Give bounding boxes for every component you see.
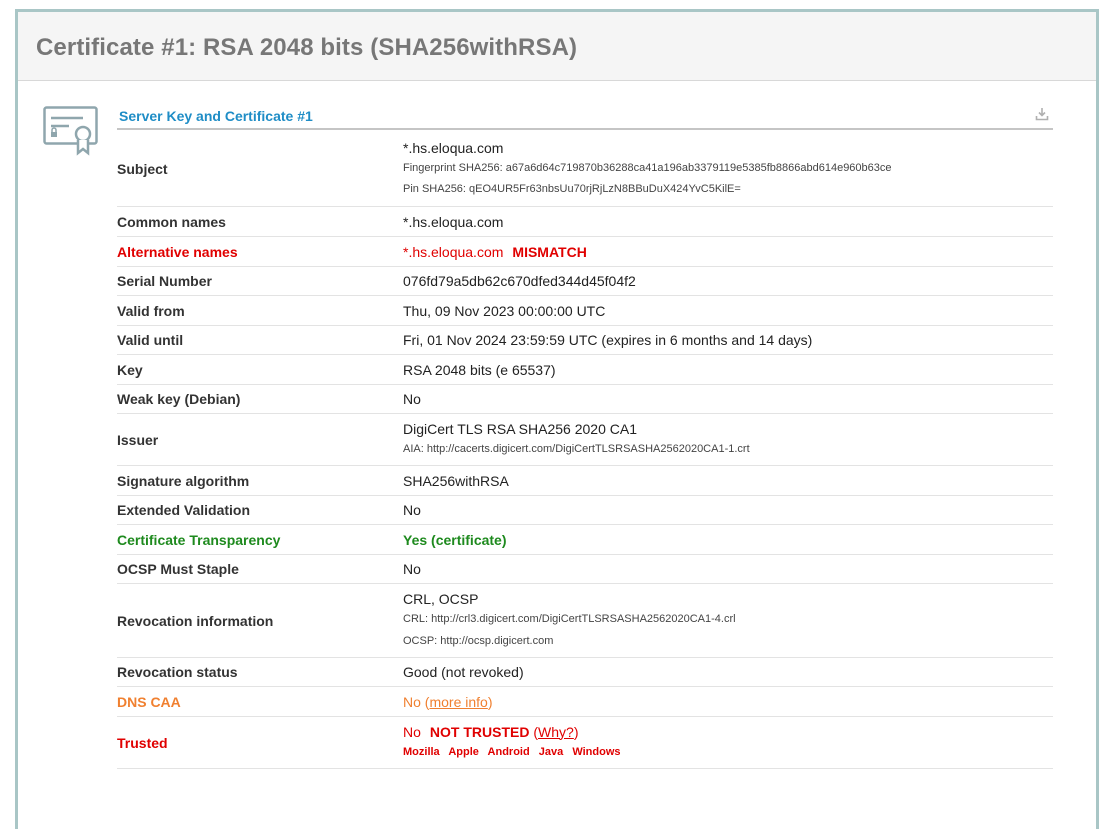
more-info-link[interactable]: more info bbox=[429, 694, 487, 710]
revocation-value: CRL, OCSP bbox=[403, 590, 479, 607]
row-value: No NOT TRUSTED (Why?) Mozilla Apple Andro… bbox=[403, 723, 1053, 763]
table-row: DNS CAA No (more info) bbox=[117, 687, 1053, 717]
table-row: Issuer DigiCert TLS RSA SHA256 2020 CA1 … bbox=[117, 414, 1053, 466]
trust-store-list: Mozilla Apple Android Java Windows bbox=[403, 741, 1053, 763]
dns-caa-value: No bbox=[403, 693, 421, 710]
title-bar: Certificate #1: RSA 2048 bits (SHA256wit… bbox=[18, 12, 1096, 81]
row-value: RSA 2048 bits (e 65537) bbox=[403, 361, 556, 378]
row-value: No bbox=[403, 502, 421, 518]
trust-store-java: Java bbox=[538, 745, 564, 758]
row-label: Valid until bbox=[117, 332, 184, 348]
mismatch-badge: MISMATCH bbox=[512, 243, 587, 260]
trust-store-windows: Windows bbox=[572, 745, 621, 758]
row-value: Yes (certificate) bbox=[403, 531, 507, 548]
row-label: Revocation information bbox=[117, 612, 274, 629]
row-label: Signature algorithm bbox=[117, 472, 250, 489]
trusted-value: No bbox=[403, 723, 421, 740]
why-link[interactable]: Why? bbox=[538, 724, 574, 740]
row-value: No bbox=[403, 561, 421, 577]
row-label: OCSP Must Staple bbox=[117, 561, 239, 577]
why-paren-close: ) bbox=[573, 723, 579, 740]
row-label: Extended Validation bbox=[117, 502, 251, 518]
issuer-value: DigiCert TLS RSA SHA256 2020 CA1 bbox=[403, 420, 637, 437]
row-label: Weak key (Debian) bbox=[117, 391, 241, 407]
row-value: DigiCert TLS RSA SHA256 2020 CA1 AIA: ht… bbox=[403, 420, 1053, 460]
row-label: Revocation status bbox=[117, 664, 238, 680]
trust-store-android: Android bbox=[487, 745, 530, 758]
row-value: SHA256withRSA bbox=[403, 472, 509, 489]
row-label: Key bbox=[117, 361, 143, 378]
download-icon[interactable] bbox=[1035, 107, 1049, 121]
row-value: *.hs.eloqua.com bbox=[403, 213, 504, 230]
section-header: Server Key and Certificate #1 bbox=[117, 102, 1053, 130]
table-row: Valid until Fri, 01 Nov 2024 23:59:59 UT… bbox=[117, 326, 1053, 355]
row-value: Good (not revoked) bbox=[403, 664, 524, 680]
table-row: Alternative names *.hs.eloqua.com MISMATC… bbox=[117, 237, 1053, 267]
table-row: Key RSA 2048 bits (e 65537) bbox=[117, 355, 1053, 385]
row-value: 076fd79a5db62c670dfed344d45f04f2 bbox=[403, 273, 636, 289]
table-row: OCSP Must Staple No bbox=[117, 555, 1053, 584]
trust-store-mozilla: Mozilla bbox=[403, 745, 440, 758]
page-title: Certificate #1: RSA 2048 bits (SHA256wit… bbox=[36, 34, 578, 61]
table-row: Signature algorithm SHA256withRSA bbox=[117, 466, 1053, 496]
revocation-ocsp: OCSP: http://ocsp.digicert.com bbox=[403, 634, 554, 647]
row-value: *.hs.eloqua.com MISMATCH bbox=[403, 244, 1053, 260]
row-label: Certificate Transparency bbox=[117, 531, 281, 548]
row-label: Issuer bbox=[117, 431, 159, 448]
row-label: Common names bbox=[117, 213, 226, 230]
row-value: Thu, 09 Nov 2023 00:00:00 UTC bbox=[403, 302, 606, 319]
table-row: Certificate Transparency Yes (certificat… bbox=[117, 525, 1053, 555]
revocation-crl: CRL: http://crl3.digicert.com/DigiCertTL… bbox=[403, 612, 736, 625]
row-label: Alternative names bbox=[117, 243, 238, 260]
dns-caa-paren-close: ) bbox=[487, 693, 493, 710]
table-row: Subject *.hs.eloqua.com Fingerprint SHA2… bbox=[117, 132, 1053, 207]
table-row: Valid from Thu, 09 Nov 2023 00:00:00 UTC bbox=[117, 296, 1053, 326]
row-value: *.hs.eloqua.com Fingerprint SHA256: a67a… bbox=[403, 139, 1053, 199]
row-label: Trusted bbox=[117, 734, 168, 751]
table-row: Weak key (Debian) No bbox=[117, 385, 1053, 414]
table-row: Common names *.hs.eloqua.com bbox=[117, 207, 1053, 237]
subject-value: *.hs.eloqua.com bbox=[403, 140, 504, 156]
table-row: Trusted No NOT TRUSTED (Why?) Mozilla App… bbox=[117, 717, 1053, 769]
table-row: Revocation status Good (not revoked) bbox=[117, 658, 1053, 687]
row-label: Valid from bbox=[117, 302, 185, 319]
row-value: Fri, 01 Nov 2024 23:59:59 UTC (expires i… bbox=[403, 332, 813, 348]
alt-names-value: *.hs.eloqua.com bbox=[403, 243, 504, 260]
table-row: Extended Validation No bbox=[117, 496, 1053, 525]
not-trusted-badge: NOT TRUSTED bbox=[429, 723, 530, 740]
subject-fingerprint: Fingerprint SHA256: a67a6d64c719870b3628… bbox=[403, 162, 892, 174]
certificate-details-table: Subject *.hs.eloqua.com Fingerprint SHA2… bbox=[117, 132, 1053, 769]
subject-pin: Pin SHA256: qEO4UR5Fr63nbsUu70rjRjLzN8BB… bbox=[403, 183, 741, 195]
row-label: Serial Number bbox=[117, 273, 212, 289]
row-label: DNS CAA bbox=[117, 693, 181, 710]
row-value: No bbox=[403, 391, 421, 407]
table-row: Serial Number 076fd79a5db62c670dfed344d4… bbox=[117, 267, 1053, 296]
issuer-aia: AIA: http://cacerts.digicert.com/DigiCer… bbox=[403, 442, 750, 455]
section-title: Server Key and Certificate #1 bbox=[119, 108, 313, 124]
certificate-icon bbox=[43, 106, 98, 156]
table-row: Revocation information CRL, OCSP CRL: ht… bbox=[117, 584, 1053, 658]
row-value: CRL, OCSP CRL: http://crl3.digicert.com/… bbox=[403, 590, 1053, 652]
trust-store-apple: Apple bbox=[448, 745, 479, 758]
row-label: Subject bbox=[117, 161, 168, 177]
row-value: No (more info) bbox=[403, 694, 1053, 710]
